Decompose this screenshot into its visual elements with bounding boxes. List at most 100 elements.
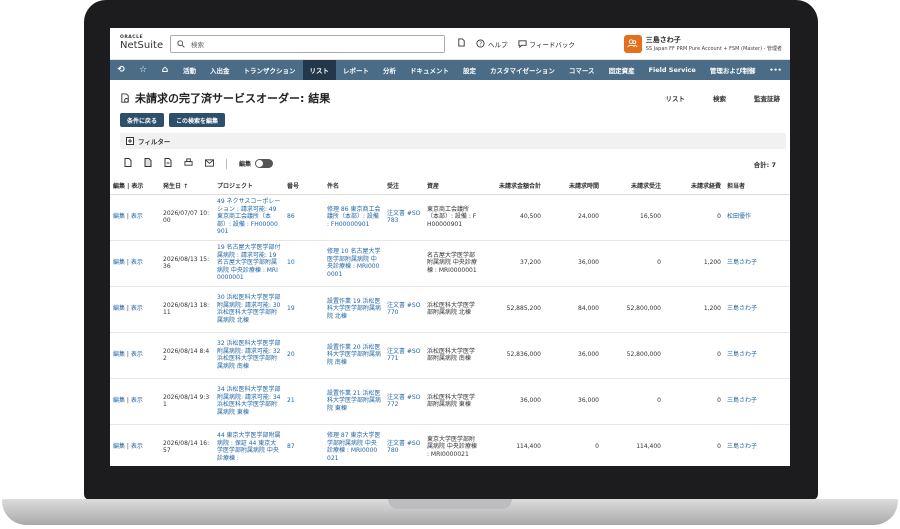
audit-trail-link[interactable]: 監査証跡: [754, 93, 780, 103]
project-link[interactable]: 49 ネクサスコーポレーション : 請求可能: 49 東京商工会議所（本部）: …: [214, 194, 284, 241]
asset-cell: 浜松医科大学医学部附属病院 北棟: [424, 286, 480, 333]
order-link[interactable]: [384, 240, 424, 287]
col-number[interactable]: 番号: [284, 178, 324, 195]
col-asset[interactable]: 資産: [424, 178, 480, 195]
recent-records-icon[interactable]: [457, 38, 466, 49]
export-csv-icon[interactable]: [124, 158, 132, 169]
order-link[interactable]: 注文書 #SO771: [384, 332, 424, 379]
order-link[interactable]: 注文書 #SO783: [384, 194, 424, 241]
owner-link[interactable]: 三島さわ子: [724, 378, 790, 425]
number-link[interactable]: 86: [284, 194, 324, 241]
col-unbilled-order[interactable]: 未請求受注: [602, 178, 664, 195]
view-link[interactable]: 表示: [131, 259, 143, 266]
feedback-icon: [517, 40, 527, 48]
col-unbilled-total[interactable]: 未請求金額合計: [480, 178, 544, 195]
col-unbilled-hours[interactable]: 未請求時間: [544, 178, 602, 195]
nav-fixed-assets[interactable]: 固定資産: [602, 60, 642, 80]
edit-link[interactable]: 編集: [113, 351, 125, 358]
edit-link[interactable]: 編集: [113, 397, 125, 404]
nav-setup[interactable]: 設定: [456, 60, 483, 80]
edit-link[interactable]: 編集: [113, 443, 125, 450]
export-excel-icon[interactable]: [144, 158, 152, 169]
col-unbilled-expenses[interactable]: 未請求経費: [664, 178, 724, 195]
netsuite-logo[interactable]: ORACLE NetSuite: [110, 36, 170, 51]
nav-more[interactable]: •••: [762, 60, 788, 80]
order-link[interactable]: 注文書 #SO772: [384, 378, 424, 425]
owner-link[interactable]: 松田優作: [724, 194, 790, 241]
subject-link[interactable]: 修理 87 東京大学医学部附属病院 中央診療棟 : MRI0000021: [324, 424, 384, 466]
home-icon[interactable]: ⌂: [154, 65, 176, 75]
search-link[interactable]: 検索: [713, 93, 726, 103]
order-link[interactable]: 注文書 #SO770: [384, 286, 424, 333]
favorites-star-icon[interactable]: ☆: [132, 65, 154, 75]
email-icon[interactable]: [205, 158, 214, 169]
nav-commerce[interactable]: コマース: [562, 60, 602, 80]
help-button[interactable]: ? ヘルプ: [476, 39, 508, 49]
view-link[interactable]: 表示: [131, 305, 143, 312]
list-link[interactable]: リスト: [666, 93, 686, 103]
subject-link[interactable]: 修理 10 名古屋大学医学部附属病院 中央診療棟 : MRI0000001: [324, 240, 384, 287]
owner-link[interactable]: 三島さわ子: [724, 332, 790, 379]
project-link[interactable]: 30 浜松医科大学医学部附属病院: 請求可能: 30 浜松医科大学医学部附属病院…: [214, 286, 284, 333]
number-link[interactable]: 19: [284, 286, 324, 333]
col-owner[interactable]: 担当者: [724, 178, 790, 195]
project-link[interactable]: 44 東京大学医学部附属病院 : 保証 44 東京大学医学部附属病院 中央診療棟…: [214, 424, 284, 466]
unbilled-expenses-cell: 0: [664, 332, 724, 379]
col-project[interactable]: プロジェクト: [214, 178, 284, 195]
owner-link[interactable]: 三島さわ子: [724, 424, 790, 466]
edit-mode-toggle[interactable]: [255, 159, 274, 168]
nav-lists[interactable]: リスト: [302, 60, 336, 80]
nav-documents[interactable]: ドキュメント: [403, 60, 456, 80]
nav-payments[interactable]: 入出金: [203, 60, 237, 80]
edit-search-button[interactable]: この検索を編集: [169, 113, 226, 127]
number-link[interactable]: 20: [284, 332, 324, 379]
col-subject[interactable]: 件名: [324, 178, 384, 195]
number-link[interactable]: 87: [284, 424, 324, 466]
number-link[interactable]: 10: [284, 240, 324, 287]
view-link[interactable]: 表示: [131, 397, 143, 404]
search-input[interactable]: 検索: [191, 39, 204, 49]
project-link[interactable]: 19 名古屋大学医学部付属病院 : 請求可能: 19 名古屋大学医学部附属病院 …: [214, 240, 284, 287]
project-link[interactable]: 34 浜松医科大学医学部附属病院: 請求可能: 34 浜松医科大学医学部附属病院…: [214, 378, 284, 425]
global-search[interactable]: 検索: [170, 34, 445, 53]
nav-transactions[interactable]: トランザクション: [237, 60, 303, 80]
owner-link[interactable]: 三島さわ子: [724, 240, 790, 287]
subject-link[interactable]: 設置作業 20 浜松医科大学医学部附属病院 南棟: [324, 332, 384, 379]
view-link[interactable]: 表示: [131, 351, 143, 358]
edit-link[interactable]: 編集: [113, 213, 125, 220]
history-icon[interactable]: ⟲: [110, 65, 132, 75]
nav-reports[interactable]: レポート: [336, 60, 376, 80]
nav-customization[interactable]: カスタマイゼーション: [483, 60, 562, 80]
user-group-icon: [627, 39, 638, 48]
nav-field-service[interactable]: Field Service: [642, 60, 703, 80]
subject-link[interactable]: 設置作業 21 浜松医科大学医学部附属病院 東棟: [324, 378, 384, 425]
print-icon[interactable]: [184, 158, 193, 169]
user-name: 三島さわ子: [645, 36, 681, 44]
col-order[interactable]: 受注: [384, 178, 424, 195]
order-link[interactable]: 注文書 #SO780: [384, 424, 424, 466]
feedback-button[interactable]: フィードバック: [517, 39, 575, 49]
number-link[interactable]: 21: [284, 378, 324, 425]
export-pdf-icon[interactable]: [164, 158, 172, 169]
view-link[interactable]: 表示: [131, 213, 143, 220]
table-row: 編集 | 表示 2026/08/14 16:57 44 東京大学医学部附属病院 : …: [110, 424, 790, 466]
owner-link[interactable]: 三島さわ子: [724, 286, 790, 333]
date-cell: 2026/08/13 15:36: [160, 240, 214, 287]
edit-link[interactable]: 編集: [113, 259, 125, 266]
project-link[interactable]: 32 浜松医科大学医学部附属病院: 請求可能: 32 浜松医科大学医学部附属病院…: [214, 332, 284, 379]
unbilled-order-cell: 52,800,000: [602, 332, 664, 379]
col-date[interactable]: 発生日 ↑: [160, 178, 214, 195]
subject-link[interactable]: 設置作業 19 浜松医科大学医学部附属病院 北棟: [324, 286, 384, 333]
nav-analytics[interactable]: 分析: [376, 60, 403, 80]
subject-link[interactable]: 修理 86 東京商工会議所（本部）: 設備 : FH00000901: [324, 194, 384, 241]
nav-management[interactable]: 管理および制御: [703, 60, 763, 80]
return-to-criteria-button[interactable]: 条件に戻る: [120, 113, 165, 127]
unbilled-hours-cell: 36,000: [544, 332, 602, 379]
unbilled-order-cell: 0: [602, 378, 664, 425]
filter-bar[interactable]: フィルター: [120, 133, 786, 149]
user-menu[interactable]: 三島さわ子 SS Japan FF PRM Pure Account + FSM…: [623, 34, 790, 53]
edit-link[interactable]: 編集: [113, 305, 125, 312]
view-link[interactable]: 表示: [131, 443, 143, 450]
nav-activities[interactable]: 活動: [176, 60, 203, 80]
unbilled-expenses-cell: 1,200: [664, 286, 724, 333]
